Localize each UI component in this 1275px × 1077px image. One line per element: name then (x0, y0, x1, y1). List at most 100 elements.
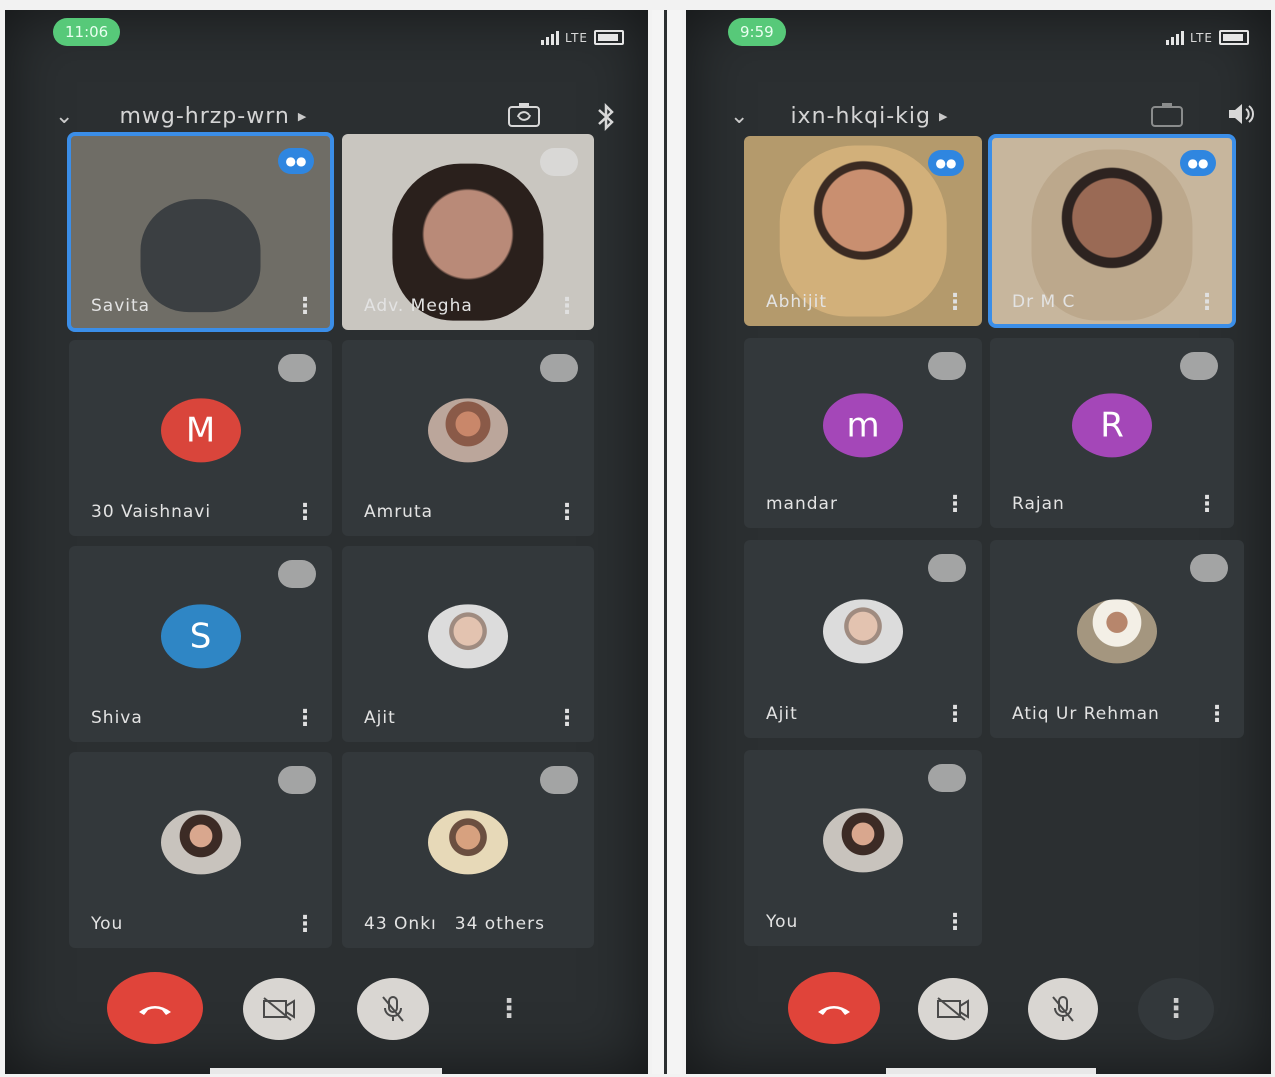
signal-icon (541, 30, 560, 45)
signal-icon (1166, 30, 1185, 45)
participant-tile-dr-mc[interactable]: ●● Dr M C ⋮ (988, 134, 1236, 328)
participant-name: Rajan (1012, 494, 1065, 514)
end-call-icon (818, 1006, 850, 1015)
mic-off-icon (928, 352, 966, 380)
participant-tile-you[interactable]: You ⋮ (744, 750, 982, 946)
screenshot-divider (652, 10, 682, 1074)
caret-right-icon[interactable]: ▶ (298, 110, 306, 123)
participant-tile-others[interactable]: 43 Onkı 34 others (342, 752, 594, 948)
participant-name: mandar (766, 494, 838, 514)
participant-tile-vaishnavi[interactable]: M 30 Vaishnavi ⋮ (69, 340, 332, 536)
more-options-icon[interactable]: ⋮ (1206, 704, 1228, 726)
caret-right-icon[interactable]: ▶ (939, 110, 947, 123)
more-options-icon: ⋮ (496, 994, 522, 1024)
avatar: R (1072, 393, 1152, 458)
participant-name: 43 Onkı 34 others (364, 914, 545, 934)
others-count: 34 others (454, 914, 545, 934)
participant-tile-ajit[interactable]: Ajit ⋮ (744, 540, 982, 738)
more-options-button[interactable]: ⋮ (1138, 978, 1214, 1040)
switch-camera-icon[interactable] (507, 102, 541, 134)
meeting-code[interactable]: mwg-hrzp-wrn (119, 104, 289, 129)
participant-name: Amruta (364, 502, 434, 522)
participant-name: Atiq Ur Rehman (1012, 704, 1160, 724)
avatar (1077, 599, 1157, 664)
avatar (428, 398, 508, 463)
more-options-button[interactable]: ⋮ (489, 978, 529, 1040)
participant-name: 30 Vaishnavi (91, 502, 212, 522)
participant-tile-abhijit[interactable]: ●● Abhijit ⋮ (744, 136, 982, 326)
participant-tile-you[interactable]: You ⋮ (69, 752, 332, 948)
more-options-icon[interactable]: ⋮ (1196, 292, 1218, 314)
end-call-button[interactable] (788, 972, 880, 1044)
participant-tile-rajan[interactable]: R Rajan ⋮ (990, 338, 1234, 528)
chevron-down-icon[interactable]: ⌄ (55, 104, 73, 129)
more-options-icon[interactable]: ⋮ (944, 704, 966, 726)
speaking-indicator-icon: ●● (1180, 150, 1216, 176)
speaking-indicator-icon: ●● (278, 148, 314, 174)
avatar (160, 810, 241, 875)
participant-tile-shiva[interactable]: S Shiva ⋮ (69, 546, 332, 742)
mic-off-button[interactable] (357, 978, 429, 1040)
camera-off-button[interactable] (243, 978, 315, 1040)
participant-tile-atiq-ur-rehman[interactable]: Atiq Ur Rehman ⋮ (990, 540, 1244, 738)
more-options-icon[interactable]: ⋮ (944, 292, 966, 314)
participant-tile-adv-megha[interactable]: Adv. Megha ⋮ (342, 134, 594, 330)
meeting-code[interactable]: ixn-hkqi-kig (790, 104, 931, 129)
mic-off-button[interactable] (1028, 978, 1098, 1040)
video-feed (779, 145, 947, 317)
avatar (428, 810, 508, 875)
battery-icon (1219, 30, 1249, 45)
more-options-icon[interactable]: ⋮ (294, 296, 316, 318)
mic-off-icon (278, 354, 316, 382)
participant-name: Abhijit (766, 292, 828, 312)
avatar (823, 599, 903, 664)
end-call-button[interactable] (107, 972, 203, 1044)
network-type: LTE (565, 30, 588, 45)
more-options-icon[interactable]: ⋮ (556, 708, 578, 730)
participant-tile-mandar[interactable]: m mandar ⋮ (744, 338, 982, 528)
more-options-icon[interactable]: ⋮ (556, 502, 578, 524)
participant-name: You (766, 912, 799, 932)
chevron-down-icon[interactable]: ⌄ (730, 104, 748, 129)
mic-off-icon (278, 560, 316, 588)
mic-off-icon (540, 766, 578, 794)
mic-off-icon (382, 996, 404, 1022)
more-options-icon[interactable]: ⋮ (294, 502, 316, 524)
home-indicator (886, 1068, 1096, 1074)
status-indicators: LTE (1166, 30, 1249, 45)
participant-tile-savita[interactable]: ●● Savita ⋮ (67, 132, 334, 332)
participant-name-truncated: 43 Onkı (364, 914, 437, 934)
camera-off-icon (263, 997, 295, 1021)
more-options-icon[interactable]: ⋮ (1196, 494, 1218, 516)
switch-camera-icon[interactable] (1150, 102, 1184, 134)
status-time: 9:59 (728, 18, 786, 46)
more-options-icon: ⋮ (1163, 994, 1189, 1024)
more-options-icon[interactable]: ⋮ (294, 708, 316, 730)
speaking-indicator-icon: ●● (928, 150, 964, 176)
network-type: LTE (1190, 30, 1213, 45)
more-options-icon[interactable]: ⋮ (556, 296, 578, 318)
participant-name: Shiva (91, 708, 143, 728)
mic-off-icon (1190, 554, 1228, 582)
participant-tile-amruta[interactable]: Amruta ⋮ (342, 340, 594, 536)
camera-off-button[interactable] (918, 978, 988, 1040)
battery-icon (594, 30, 624, 45)
avatar: M (160, 398, 241, 463)
speaker-icon[interactable] (1226, 102, 1254, 132)
participant-name: Ajit (766, 704, 798, 724)
mic-off-icon (1052, 996, 1074, 1022)
more-options-icon[interactable]: ⋮ (294, 914, 316, 936)
participant-name: Ajit (364, 708, 396, 728)
end-call-icon (139, 1006, 171, 1015)
more-options-icon[interactable]: ⋮ (944, 912, 966, 934)
participant-tile-ajit[interactable]: Ajit ⋮ (342, 546, 594, 742)
phone-screen-left: 11:06 LTE ⌄ mwg-hrzp-wrn ▶ ●● Savita ⋮ A… (5, 10, 648, 1074)
bluetooth-icon[interactable] (595, 102, 617, 138)
meeting-header: ⌄ ixn-hkqi-kig ▶ (730, 96, 947, 136)
participant-name: Adv. Megha (364, 296, 473, 316)
status-time: 11:06 (53, 18, 121, 46)
meeting-header: ⌄ mwg-hrzp-wrn ▶ (55, 96, 306, 136)
more-options-icon[interactable]: ⋮ (944, 494, 966, 516)
avatar (823, 808, 903, 873)
mic-off-icon (540, 354, 578, 382)
